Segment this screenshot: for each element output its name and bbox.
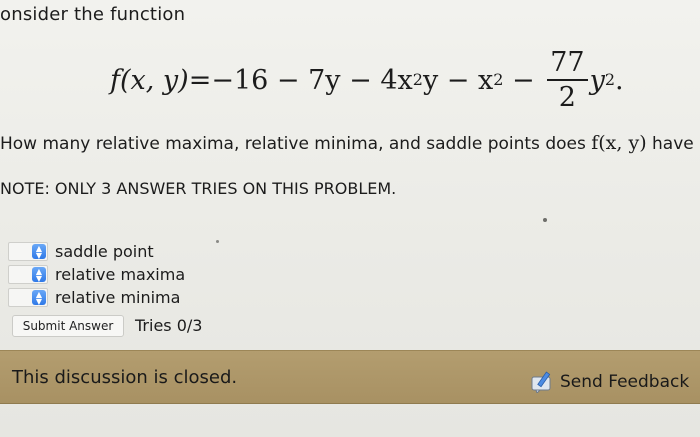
note-text: NOTE: ONLY 3 ANSWER TRIES ON THIS PROBLE… [0, 179, 397, 198]
equation-lhs: f(x, y) [110, 64, 189, 96]
fraction-numerator: 77 [547, 49, 588, 81]
relative-minima-select[interactable]: ▲ ▼ [8, 288, 48, 307]
equation-minus: − [503, 64, 544, 96]
equation-fraction: 77 2 [547, 49, 588, 113]
select-arrows-icon: ▲ ▼ [32, 267, 46, 283]
question-prefix: How many relative maxima, relative minim… [0, 134, 592, 154]
saddle-point-label: saddle point [55, 242, 154, 261]
function-equation: f(x, y) = −16 − 7y − 4x 2 y − x2 − 77 2 y… [110, 47, 624, 113]
discussion-closed-bar: This discussion is closed. Send Feedback [0, 350, 700, 404]
answer-row-relative-minima: ▲ ▼ relative minima [8, 286, 185, 309]
discussion-closed-text: This discussion is closed. [12, 367, 238, 388]
saddle-point-select[interactable]: ▲ ▼ [8, 242, 48, 261]
select-arrows-icon: ▲ ▼ [32, 244, 46, 260]
equation-terms: −16 − 7y − 4x [211, 64, 413, 96]
question-text: How many relative maxima, relative minim… [0, 132, 694, 154]
select-arrows-icon: ▲ ▼ [32, 290, 46, 306]
equation-var: y [589, 64, 605, 96]
page: onsider the function f(x, y) = −16 − 7y … [0, 0, 700, 437]
relative-maxima-select[interactable]: ▲ ▼ [8, 265, 48, 284]
relative-maxima-label: relative maxima [55, 265, 186, 284]
send-feedback-label: Send Feedback [560, 372, 690, 392]
answer-list: ▲ ▼ saddle point ▲ ▼ relative maxima ▲ ▼ re… [8, 240, 185, 309]
fraction-denominator: 2 [558, 82, 576, 113]
send-feedback-button[interactable]: Send Feedback [530, 371, 690, 394]
question-suffix: have [646, 134, 694, 154]
equation-mid: y − x [422, 64, 494, 96]
equation-end: . [615, 64, 624, 96]
feedback-pencil-icon [530, 371, 556, 394]
speck [543, 218, 547, 222]
answer-row-saddle-point: ▲ ▼ saddle point [8, 240, 185, 263]
speck [216, 240, 219, 243]
submit-answer-button[interactable]: Submit Answer [12, 315, 124, 337]
relative-minima-label: relative minima [55, 288, 181, 307]
equation-equals: = [188, 64, 212, 96]
tries-counter: Tries 0/3 [135, 316, 203, 335]
problem-intro: onsider the function [0, 4, 186, 25]
answer-row-relative-maxima: ▲ ▼ relative maxima [8, 263, 185, 286]
question-fx: f(x, y) [591, 132, 647, 154]
